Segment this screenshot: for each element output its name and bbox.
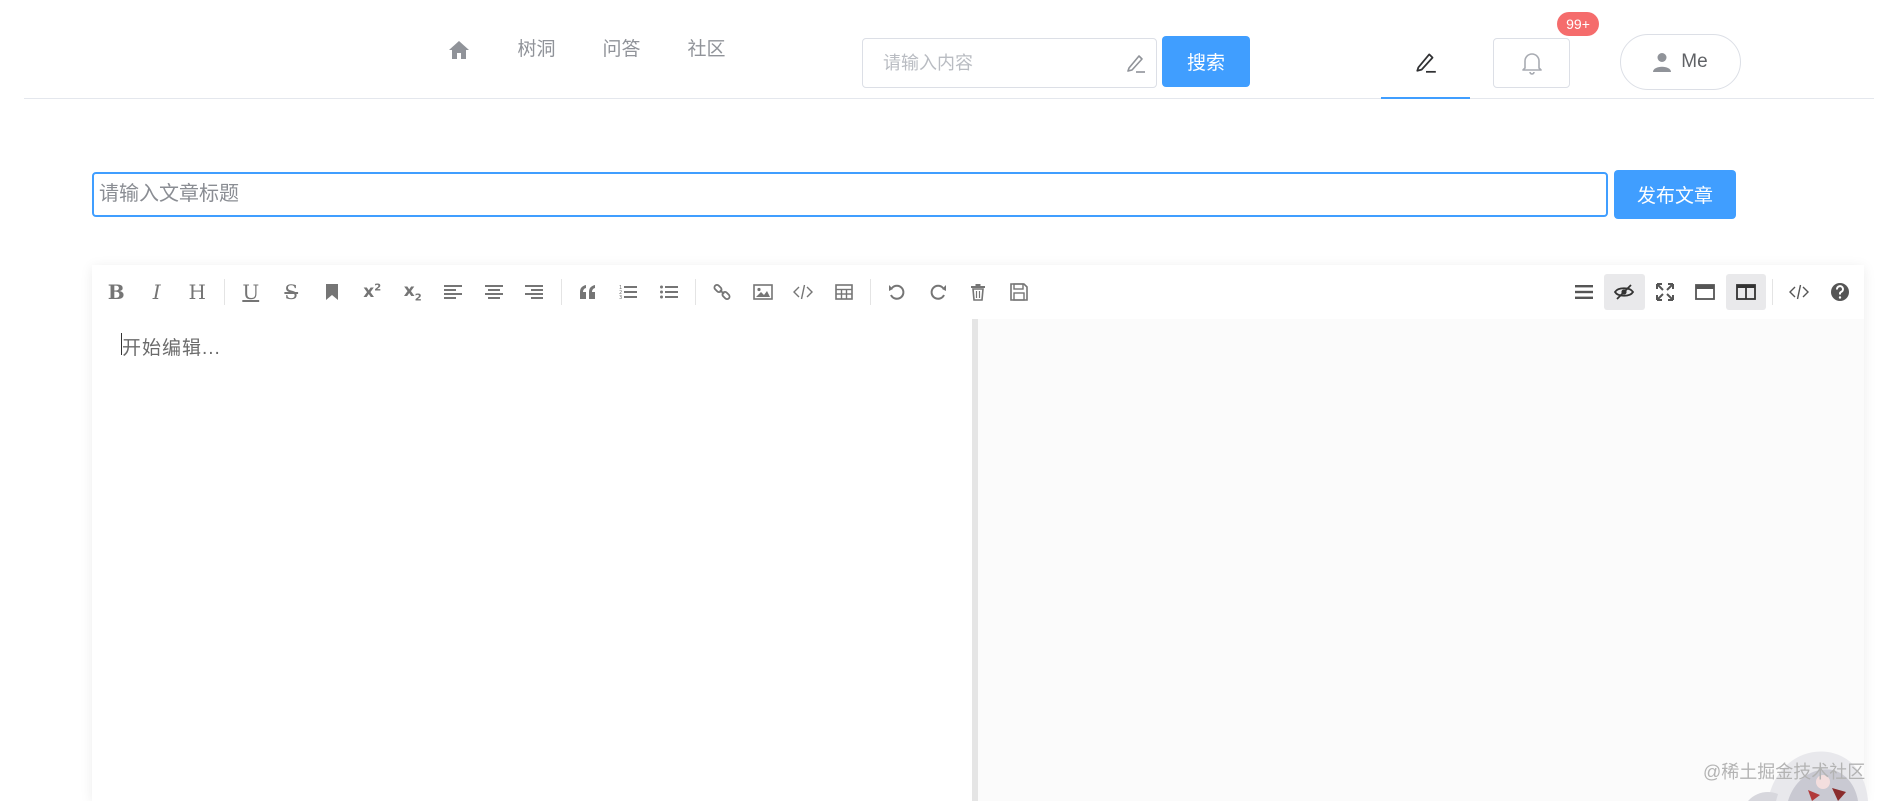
publish-article-button[interactable]: 发布文章 <box>1614 170 1736 219</box>
user-label: Me <box>1681 51 1708 72</box>
navigation-icon[interactable] <box>1564 274 1605 310</box>
home-icon <box>448 40 470 60</box>
unordered-list-icon[interactable] <box>649 274 690 310</box>
edit-pen-icon[interactable] <box>1115 52 1156 74</box>
bell-icon <box>1521 51 1543 75</box>
subfield-icon[interactable] <box>1725 274 1766 310</box>
toolbar-divider <box>1772 279 1773 305</box>
redo-icon[interactable] <box>918 274 959 310</box>
user-menu-button[interactable]: Me <box>1620 34 1741 90</box>
write-article-tab[interactable] <box>1381 38 1470 99</box>
mark-icon[interactable] <box>312 274 353 310</box>
code-icon[interactable] <box>783 274 824 310</box>
strikethrough-icon[interactable]: S <box>271 274 312 310</box>
save-icon[interactable] <box>999 274 1040 310</box>
superscript-icon[interactable]: x2 <box>352 274 393 310</box>
write-pen-icon <box>1414 50 1438 97</box>
markdown-preview-pane <box>978 319 1864 801</box>
undo-icon[interactable] <box>877 274 918 310</box>
nav-home[interactable] <box>424 40 494 60</box>
markdown-input-pane[interactable]: 开始编辑... <box>92 319 972 801</box>
ordered-list-icon[interactable]: 123 <box>608 274 649 310</box>
align-right-icon[interactable] <box>514 274 555 310</box>
header-icon[interactable]: H <box>177 274 218 310</box>
toolbar-right <box>1564 274 1861 310</box>
editor-toolbar: B I H U S x2 x2 123 <box>92 265 1864 319</box>
table-icon[interactable] <box>824 274 865 310</box>
search-button[interactable]: 搜索 <box>1162 36 1250 87</box>
html-code-icon[interactable] <box>1779 274 1820 310</box>
trash-icon[interactable] <box>958 274 999 310</box>
editor-placeholder: 开始编辑... <box>122 338 221 359</box>
article-title-input[interactable] <box>92 172 1608 217</box>
toolbar-divider <box>560 279 562 305</box>
search-box <box>862 38 1157 88</box>
help-icon[interactable] <box>1820 274 1861 310</box>
read-mode-icon[interactable] <box>1685 274 1726 310</box>
bold-icon[interactable]: B <box>96 274 137 310</box>
quote-icon[interactable] <box>568 274 609 310</box>
search-input[interactable] <box>863 39 1115 87</box>
svg-text:3: 3 <box>619 295 622 300</box>
toolbar-left: B I H U S x2 x2 123 <box>96 274 1039 310</box>
subscript-icon[interactable]: x2 <box>393 274 434 310</box>
toolbar-divider <box>695 279 696 305</box>
link-icon[interactable] <box>702 274 743 310</box>
markdown-editor: B I H U S x2 x2 123 开始编辑... <box>92 265 1864 801</box>
italic-icon[interactable]: I <box>137 274 178 310</box>
user-icon <box>1653 52 1672 72</box>
toolbar-divider <box>870 279 871 305</box>
watermark-text: @稀土掘金技术社区 <box>1703 762 1866 782</box>
main-nav: 树洞 问答 社区 <box>424 38 749 62</box>
nav-item-shudong[interactable]: 树洞 <box>494 38 579 62</box>
nav-item-wenda[interactable]: 问答 <box>579 38 664 62</box>
preview-toggle-icon[interactable] <box>1604 274 1645 310</box>
underline-icon[interactable]: U <box>231 274 272 310</box>
image-icon[interactable] <box>743 274 784 310</box>
notification-badge: 99+ <box>1557 12 1599 36</box>
toolbar-divider <box>223 279 225 305</box>
align-center-icon[interactable] <box>474 274 515 310</box>
notification-button[interactable] <box>1493 38 1570 88</box>
align-left-icon[interactable] <box>433 274 474 310</box>
fullscreen-icon[interactable] <box>1645 274 1686 310</box>
nav-item-shequ[interactable]: 社区 <box>664 38 749 62</box>
